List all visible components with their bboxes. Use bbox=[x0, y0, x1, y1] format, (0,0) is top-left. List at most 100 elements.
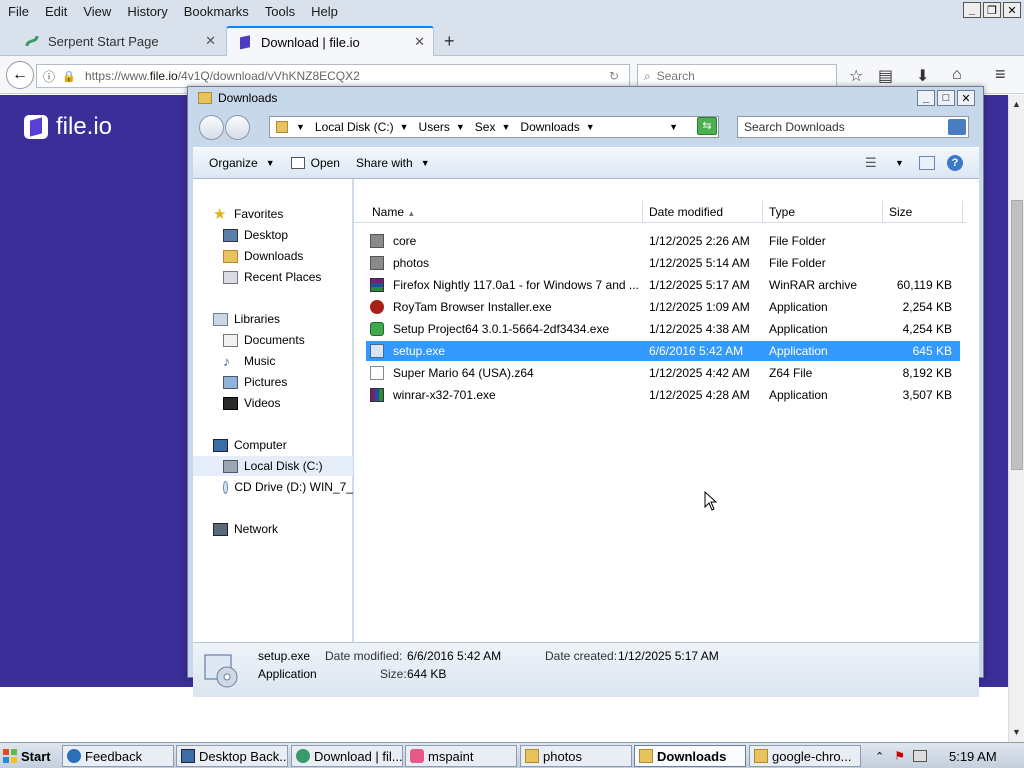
browser-close-button[interactable]: ✕ bbox=[1003, 2, 1021, 18]
start-button[interactable]: Start bbox=[2, 745, 51, 767]
taskbar-label: Downloads bbox=[657, 748, 727, 764]
file-row[interactable]: Setup Project64 3.0.1-5664-2df3434.exe 1… bbox=[366, 319, 960, 339]
column-divider[interactable] bbox=[962, 201, 963, 223]
breadcrumb-users[interactable]: Users ▼ bbox=[419, 120, 465, 134]
scroll-up-icon[interactable]: ▲ bbox=[1012, 99, 1021, 109]
taskbar-google-chrome[interactable]: google-chro... bbox=[749, 745, 861, 767]
url-bar[interactable]: ⓘ 🔒 https://www.file.io/4v1Q/download/vV… bbox=[36, 64, 630, 88]
menu-help[interactable]: Help bbox=[303, 4, 346, 19]
nav-local-disk[interactable]: Local Disk (C:) bbox=[193, 456, 353, 476]
view-options-icon[interactable]: ☰ bbox=[865, 155, 877, 171]
browser-search-input[interactable]: ⌕ Search bbox=[637, 64, 837, 88]
tab-serpent-start[interactable]: Serpent Start Page ✕ bbox=[14, 26, 224, 56]
column-divider[interactable] bbox=[762, 201, 763, 223]
nav-recent-places[interactable]: Recent Places bbox=[193, 267, 353, 287]
column-type[interactable]: Type bbox=[769, 205, 795, 219]
nav-pictures[interactable]: Pictures bbox=[193, 372, 353, 392]
browser-restore-button[interactable]: ❐ bbox=[983, 2, 1001, 18]
browser-minimize-button[interactable]: _ bbox=[963, 2, 981, 18]
column-divider[interactable] bbox=[642, 201, 643, 223]
file-row[interactable]: Super Mario 64 (USA).z64 1/12/2025 4:42 … bbox=[366, 363, 960, 383]
explorer-minimize-button[interactable]: _ bbox=[917, 90, 935, 106]
taskbar-downloads[interactable]: Downloads bbox=[634, 745, 746, 767]
help-icon[interactable]: ? bbox=[947, 155, 963, 171]
menu-edit[interactable]: Edit bbox=[37, 4, 75, 19]
nav-documents[interactable]: Documents bbox=[193, 330, 353, 350]
nav-network[interactable]: Network bbox=[193, 519, 353, 539]
desktop-background-icon bbox=[181, 749, 195, 763]
breadcrumb-sex[interactable]: Sex ▼ bbox=[475, 120, 511, 134]
column-name[interactable]: Name ▲ bbox=[372, 205, 415, 219]
nav-libraries[interactable]: Libraries bbox=[193, 309, 353, 329]
breadcrumb-downloads[interactable]: Downloads ▼ bbox=[520, 120, 594, 134]
nav-videos[interactable]: Videos bbox=[193, 393, 353, 413]
speaker-icon[interactable] bbox=[912, 750, 927, 762]
file-row[interactable]: Firefox Nightly 117.0a1 - for Windows 7 … bbox=[366, 275, 960, 295]
pictures-icon bbox=[223, 375, 238, 389]
address-history-icon[interactable]: ▼ bbox=[669, 122, 678, 132]
refresh-icon[interactable]: ⇆ bbox=[697, 117, 717, 135]
explorer-back-button[interactable] bbox=[199, 115, 224, 140]
column-divider[interactable] bbox=[882, 201, 883, 223]
menu-bookmarks[interactable]: Bookmarks bbox=[176, 4, 257, 19]
nav-favorites[interactable]: ★ Favorites bbox=[193, 204, 353, 224]
tab-close-icon[interactable]: ✕ bbox=[205, 33, 216, 49]
column-size[interactable]: Size bbox=[889, 205, 912, 219]
nav-label: Music bbox=[244, 354, 276, 368]
nav-cd-drive[interactable]: CD Drive (D:) WIN_7_ bbox=[193, 477, 353, 497]
clock[interactable]: 5:19 AM bbox=[949, 749, 997, 764]
menu-file[interactable]: File bbox=[0, 4, 37, 19]
explorer-maximize-button[interactable]: □ bbox=[937, 90, 955, 106]
taskbar-feedback[interactable]: Feedback bbox=[62, 745, 174, 767]
chevron-down-icon[interactable]: ▼ bbox=[296, 122, 305, 132]
file-row[interactable]: winrar-x32-701.exe 1/12/2025 4:28 AM App… bbox=[366, 385, 960, 405]
tab-file-io[interactable]: Download | file.io ✕ bbox=[226, 26, 434, 56]
organize-button[interactable]: Organize ▼ bbox=[209, 156, 275, 170]
nav-music[interactable]: ♪ Music bbox=[193, 351, 353, 371]
taskbar-desktop-back[interactable]: Desktop Back... bbox=[176, 745, 288, 767]
explorer-body: ▼ Local Disk (C:) ▼ Users ▼ Sex ▼ Downloads… bbox=[193, 111, 979, 697]
info-icon[interactable]: ⓘ bbox=[43, 68, 55, 85]
chevron-down-icon[interactable]: ▼ bbox=[895, 158, 904, 168]
explorer-close-button[interactable]: ✕ bbox=[957, 90, 975, 106]
file-row[interactable]: photos 1/12/2025 5:14 AM File Folder bbox=[366, 253, 960, 273]
taskbar-photos[interactable]: photos bbox=[520, 745, 632, 767]
menu-view[interactable]: View bbox=[75, 4, 119, 19]
menu-history[interactable]: History bbox=[119, 4, 175, 19]
fileio-logo[interactable]: file.io bbox=[24, 113, 112, 141]
taskbar-mspaint[interactable]: mspaint bbox=[405, 745, 517, 767]
nav-downloads[interactable]: Downloads bbox=[193, 246, 353, 266]
column-date-modified[interactable]: Date modified bbox=[649, 205, 723, 219]
scrollbar-thumb[interactable] bbox=[1011, 200, 1023, 470]
nav-computer[interactable]: Computer bbox=[193, 435, 353, 455]
taskbar-download-fileio[interactable]: Download | fil... bbox=[291, 745, 403, 767]
home-icon[interactable]: ⌂ bbox=[952, 66, 962, 84]
nav-desktop[interactable]: Desktop bbox=[193, 225, 353, 245]
address-bar[interactable]: ▼ Local Disk (C:) ▼ Users ▼ Sex ▼ Downloads… bbox=[269, 116, 719, 138]
breadcrumb-local-disk[interactable]: Local Disk (C:) ▼ bbox=[315, 120, 409, 134]
menu-tools[interactable]: Tools bbox=[257, 4, 303, 19]
show-hidden-icons-icon[interactable]: ⌃ bbox=[875, 750, 884, 763]
new-tab-icon[interactable]: + bbox=[444, 31, 455, 52]
search-icon[interactable] bbox=[948, 119, 966, 135]
file-size: 2,254 KB bbox=[902, 300, 952, 314]
file-row[interactable]: core 1/12/2025 2:26 AM File Folder bbox=[366, 231, 960, 251]
share-with-button[interactable]: Share with ▼ bbox=[356, 156, 430, 170]
tab-close-icon[interactable]: ✕ bbox=[414, 34, 425, 50]
page-scrollbar[interactable]: ▲ ▼ bbox=[1008, 95, 1024, 742]
hamburger-menu-icon[interactable]: ≡ bbox=[995, 64, 1006, 85]
file-name: RoyTam Browser Installer.exe bbox=[393, 300, 552, 314]
open-button[interactable]: Open bbox=[290, 156, 340, 170]
bookmark-star-icon[interactable]: ☆ bbox=[849, 66, 863, 86]
reload-icon[interactable]: ↻ bbox=[609, 69, 619, 83]
explorer-search-input[interactable]: Search Downloads bbox=[737, 116, 969, 138]
downloads-icon[interactable]: ⬇ bbox=[916, 66, 929, 86]
library-icon[interactable]: ▤ bbox=[878, 66, 893, 86]
preview-pane-icon[interactable] bbox=[919, 156, 935, 170]
file-row-selected[interactable]: setup.exe 6/6/2016 5:42 AM Application 6… bbox=[366, 341, 960, 361]
back-arrow-icon[interactable]: ← bbox=[6, 61, 34, 89]
network-warning-icon[interactable]: ⚑ bbox=[894, 749, 905, 763]
file-row[interactable]: RoyTam Browser Installer.exe 1/12/2025 1… bbox=[366, 297, 960, 317]
scroll-down-icon[interactable]: ▼ bbox=[1012, 727, 1021, 737]
explorer-forward-button[interactable] bbox=[225, 115, 250, 140]
